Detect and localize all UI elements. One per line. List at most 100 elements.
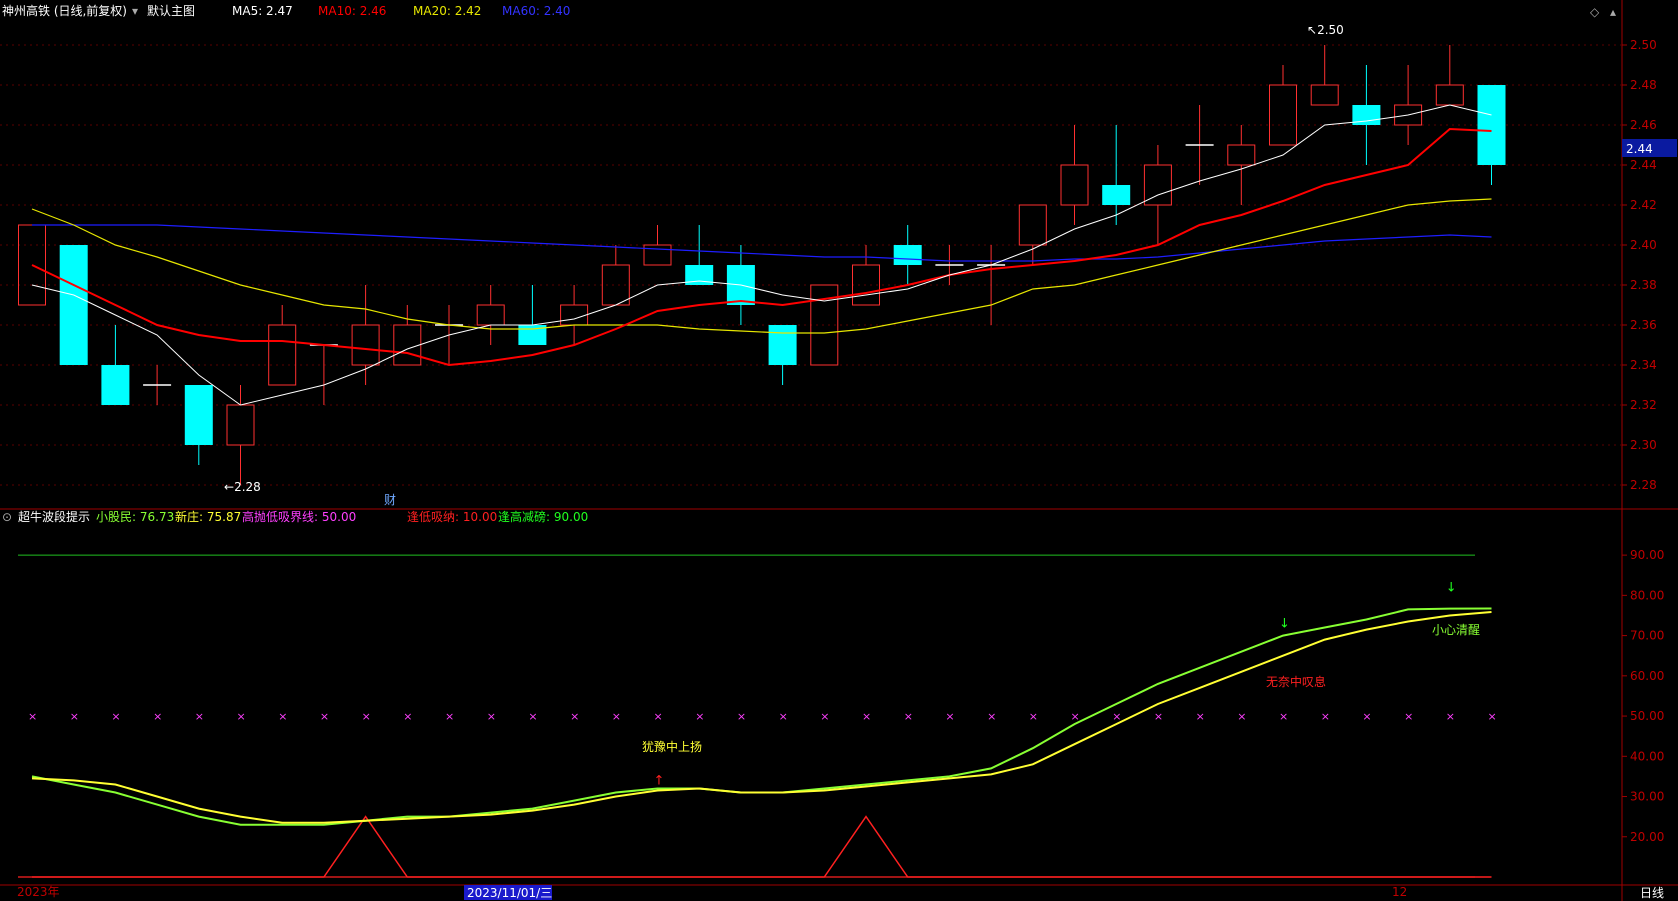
boundary-marker: ×	[1362, 710, 1371, 723]
candle-body-down	[1102, 185, 1131, 205]
month-label: 12	[1392, 885, 1407, 899]
main-chart-name[interactable]: 默认主图	[147, 3, 195, 18]
candle	[101, 325, 130, 405]
boundary-marker: ×	[570, 710, 579, 723]
period-label[interactable]: 日线	[1640, 886, 1664, 900]
candle	[518, 285, 547, 345]
candle	[560, 285, 589, 345]
candle	[59, 245, 88, 365]
diamond-icon[interactable]: ◇	[1590, 5, 1600, 19]
candle	[685, 225, 714, 285]
boundary-label: 高抛低吸界线: 50.00	[242, 509, 356, 524]
ma60-line	[32, 224, 1492, 262]
candle	[1185, 105, 1214, 185]
price-tick-label: 2.50	[1630, 38, 1657, 52]
boundary-marker: ×	[654, 710, 663, 723]
chevron-icon[interactable]: ▾	[132, 4, 138, 18]
indicator-tick-label: 30.00	[1630, 790, 1664, 804]
boundary-marker: ×	[1279, 710, 1288, 723]
boundary-marker: ×	[111, 710, 120, 723]
price-tick-label: 2.48	[1630, 78, 1657, 92]
boundary-marker: ×	[612, 710, 621, 723]
candle-body-up	[560, 304, 589, 326]
boundary-marker: ×	[153, 710, 162, 723]
candle	[143, 365, 172, 405]
candle-body-up	[1060, 164, 1089, 206]
current-price: 2.44	[1626, 142, 1653, 156]
cursor-date: 2023/11/01/三	[467, 886, 552, 900]
price-tick-label: 2.46	[1630, 118, 1657, 132]
candle-body-up	[393, 324, 422, 366]
candle	[1018, 204, 1047, 265]
boundary-marker: ×	[70, 710, 79, 723]
year-label: 2023年	[17, 885, 60, 899]
candle-body-down	[59, 245, 88, 365]
ma5-label: MA5: 2.47	[232, 4, 293, 18]
candle	[351, 285, 380, 385]
xiaogumin-label: 小股民: 76.73	[96, 510, 174, 524]
boundary-marker: ×	[28, 710, 37, 723]
candle	[1394, 65, 1423, 145]
candle-body-up	[1018, 204, 1047, 246]
price-axis: 2.50 2.48 2.46 2.44 2.42 2.40 2.38 2.36 2.34 2.32…	[1622, 38, 1664, 844]
boundary-marker: ×	[1488, 710, 1497, 723]
candle	[893, 225, 922, 285]
boundary-marker: ×	[237, 710, 246, 723]
boundary-marker: ×	[1071, 710, 1080, 723]
candle	[977, 245, 1006, 325]
finance-marker[interactable]: 财	[384, 493, 396, 507]
price-tick-label: 2.44	[1630, 158, 1657, 172]
candle	[1352, 65, 1381, 165]
price-tick-label: 2.34	[1630, 358, 1657, 372]
ma10-line	[31, 127, 1492, 367]
stock-title[interactable]: 神州高铁 (日线,前复权)	[2, 3, 127, 18]
expand-icon[interactable]: ▴	[1610, 5, 1616, 19]
ma10-label: MA10: 2.46	[318, 4, 386, 18]
candle-body-up	[476, 304, 505, 326]
candle	[1060, 125, 1089, 225]
boundary-marker: ×	[195, 710, 204, 723]
candle	[1269, 65, 1297, 146]
boundary-marker: ×	[362, 710, 371, 723]
candles-layer[interactable]	[18, 45, 1506, 485]
boundary-marker: ×	[1446, 710, 1455, 723]
chart-canvas[interactable]: × × × × × × × × × × × × × × × × × × × × × × × × × × × × × × × × × × × ×↑↓↓ …	[0, 0, 1678, 901]
candle	[643, 225, 672, 266]
candle-body-up	[226, 404, 255, 446]
price-tick-label: 2.32	[1630, 398, 1657, 412]
boundary-marker: ×	[779, 710, 788, 723]
candle	[1435, 45, 1464, 106]
price-tick-label: 2.28	[1630, 478, 1657, 492]
candle	[184, 385, 213, 465]
signal-label-2: 无奈中叹息	[1266, 674, 1326, 689]
boundary-marker: ×	[1321, 710, 1330, 723]
ma20-label: MA20: 2.42	[413, 4, 481, 18]
candle	[309, 344, 338, 405]
indicator-tick-label: 70.00	[1630, 629, 1664, 643]
boundary-marker: ×	[320, 710, 329, 723]
boundary-marker: ×	[403, 710, 412, 723]
boundary-marker: ×	[1237, 710, 1246, 723]
price-tick-label: 2.42	[1630, 198, 1657, 212]
boundary-marker: ×	[695, 710, 704, 723]
candle-body-up	[268, 324, 297, 386]
candle	[935, 245, 964, 285]
collapse-icon[interactable]: ⊙	[2, 510, 12, 524]
ma5-line	[31, 104, 1492, 406]
candle-body-up	[1310, 84, 1339, 106]
price-tick-label: 2.36	[1630, 318, 1657, 332]
candle	[768, 325, 797, 385]
indicator-name[interactable]: 超牛波段提示	[18, 509, 90, 524]
boundary-marker: ×	[820, 710, 829, 723]
candle-body-down	[184, 385, 213, 445]
boundary-marker: ×	[487, 710, 496, 723]
price-tick-label: 2.38	[1630, 278, 1657, 292]
signal-label-3: 小心清醒	[1432, 623, 1480, 637]
low-price-label: ←2.28	[224, 480, 261, 494]
candle-body-down	[893, 245, 922, 265]
price-tick-label: 2.40	[1630, 238, 1657, 252]
ma60-label: MA60: 2.40	[502, 4, 570, 18]
candle-body-up	[351, 324, 380, 366]
boundary-marker: ×	[904, 710, 913, 723]
boundary-marker: ×	[1196, 710, 1205, 723]
